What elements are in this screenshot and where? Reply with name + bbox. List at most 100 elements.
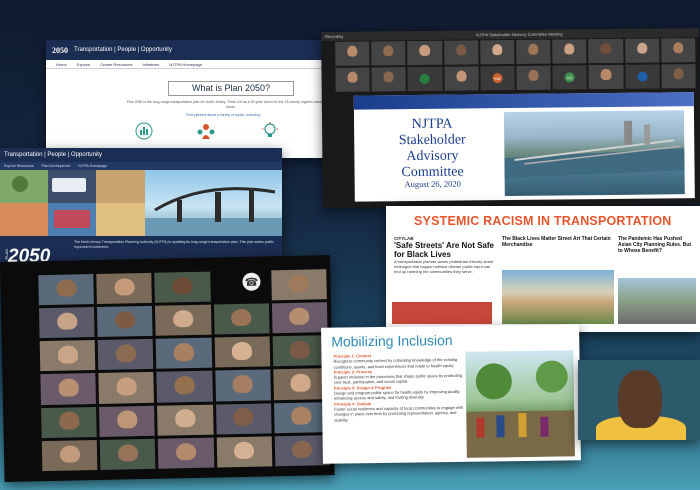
participant-face xyxy=(116,410,138,429)
gallery-video-tile[interactable] xyxy=(40,373,97,405)
gallery-video-tile[interactable] xyxy=(215,403,272,435)
gallery-video-tile[interactable] xyxy=(271,302,328,334)
principles-list: Principle 1: Context Recognize community… xyxy=(333,352,464,423)
participant-tile[interactable] xyxy=(371,41,406,66)
gallery-video-tile[interactable] xyxy=(272,335,329,367)
participant-tile[interactable] xyxy=(624,38,660,63)
participant-tile[interactable] xyxy=(625,64,660,89)
gallery-video-tile[interactable] xyxy=(96,272,153,305)
page-heading: What is Plan 2050? xyxy=(168,81,294,96)
gallery-video-tile[interactable] xyxy=(156,371,213,403)
participant-face xyxy=(117,443,138,462)
participant-face xyxy=(58,378,79,397)
principle-text: Recognize community context by cultivati… xyxy=(333,357,458,370)
participant-tile[interactable] xyxy=(516,65,551,90)
gallery-video-tile[interactable] xyxy=(99,438,156,470)
participant-tile[interactable] xyxy=(661,64,696,89)
gallery-video-tile[interactable] xyxy=(38,307,95,339)
participant-face xyxy=(234,441,255,460)
participant-face xyxy=(456,70,467,82)
nav-item[interactable]: Explore Resources xyxy=(4,164,34,168)
gallery-video-tile[interactable] xyxy=(154,271,211,303)
hero-header: Transportation | People | Opportunity xyxy=(0,148,282,162)
participant-face xyxy=(564,43,575,55)
gallery-video-tile[interactable] xyxy=(97,339,154,371)
lightbulb-icon[interactable] xyxy=(260,122,280,140)
participant-tile[interactable] xyxy=(552,39,587,64)
participant-face xyxy=(172,276,193,295)
gallery-video-tile[interactable] xyxy=(213,303,270,335)
aerial-bridge-photo xyxy=(503,110,685,197)
participant-tile[interactable] xyxy=(588,64,624,90)
article-citylab[interactable]: CITYLAB 'Safe Streets' Are Not Safe for … xyxy=(394,236,498,274)
gallery-video-tile[interactable] xyxy=(38,274,95,306)
speaker-video xyxy=(578,360,700,440)
chart-icon[interactable] xyxy=(134,122,154,140)
nav-item[interactable]: Explore xyxy=(77,62,91,67)
participant-tile[interactable] xyxy=(407,66,443,92)
participant-face xyxy=(114,278,135,296)
gallery-video-tile[interactable] xyxy=(273,368,329,400)
gallery-video-tile[interactable] xyxy=(271,269,327,301)
phone-call-tile[interactable]: ☎ xyxy=(226,268,277,295)
participant-face xyxy=(347,45,358,57)
intro-paragraph: Plan 2050 is the long-range transportati… xyxy=(126,100,336,109)
photo-collage xyxy=(0,170,145,236)
participant-face xyxy=(114,311,136,330)
participant-face xyxy=(173,309,194,328)
participant-face xyxy=(116,377,137,396)
participant-face xyxy=(56,279,77,298)
participant-face xyxy=(347,71,358,83)
participant-face xyxy=(59,445,80,463)
gallery-video-tile[interactable] xyxy=(155,304,212,337)
gallery-video-tile[interactable] xyxy=(157,404,214,436)
participant-face xyxy=(175,409,196,428)
topics-link[interactable]: Find planned about a variety of topics, … xyxy=(186,113,261,117)
participant-tile[interactable] xyxy=(588,38,624,64)
participant-tile[interactable] xyxy=(335,67,370,92)
participant-tile[interactable]: KM xyxy=(480,65,515,91)
nav-item[interactable]: NJTPA Homepage xyxy=(78,164,107,168)
participant-tile[interactable] xyxy=(443,40,479,65)
participant-initials xyxy=(420,73,431,84)
article-asian-city[interactable]: The Pandemic Has Pushed Asian City Plann… xyxy=(618,236,696,254)
participant-face xyxy=(57,345,78,364)
gallery-video-tile[interactable] xyxy=(216,436,273,468)
site-logo[interactable]: 2050 xyxy=(52,46,68,55)
nav-item[interactable]: Create Resources xyxy=(100,62,132,67)
participant-face xyxy=(528,44,539,55)
participant-tile[interactable] xyxy=(335,41,370,66)
participant-tile[interactable] xyxy=(516,39,551,64)
participant-tile[interactable] xyxy=(660,38,696,63)
participant-tile[interactable] xyxy=(479,39,515,65)
slide-title: Mobilizing Inclusion xyxy=(331,331,453,350)
gallery-video-tile[interactable] xyxy=(39,340,96,372)
gallery-video-tile[interactable] xyxy=(98,372,155,404)
gallery-video-tile[interactable] xyxy=(156,337,212,370)
gallery-video-tile[interactable] xyxy=(99,405,156,437)
participant-tile[interactable] xyxy=(444,66,479,91)
people-icon[interactable] xyxy=(196,122,216,140)
gallery-video-tile[interactable] xyxy=(41,439,98,472)
gallery-video-tile[interactable] xyxy=(41,406,97,438)
participant-tile[interactable] xyxy=(371,67,407,92)
participant-tile[interactable] xyxy=(407,40,443,66)
nav-item[interactable]: Initiatives xyxy=(142,62,159,67)
participant-face xyxy=(173,343,195,361)
plan2050-website-window: 2050 Transportation | People | Opportuni… xyxy=(46,40,364,158)
site-nav: Home Explore Create Resources Initiative… xyxy=(46,60,364,69)
nav-item[interactable]: NJTPA Homepage xyxy=(169,62,202,67)
nav-item[interactable]: Plan Development xyxy=(42,164,71,168)
gallery-video-tile[interactable] xyxy=(158,437,214,469)
nav-item[interactable]: Home xyxy=(56,62,67,67)
article-street-art[interactable]: The Black Lives Matter Street Art That C… xyxy=(502,236,612,248)
window-title: NJTPA Stakeholder Advisory Committee Mee… xyxy=(475,31,563,38)
gallery-video-tile[interactable] xyxy=(97,305,153,338)
site-tagline: Transportation | People | Opportunity xyxy=(74,47,172,53)
participant-face xyxy=(600,43,611,55)
participant-face xyxy=(115,344,136,363)
participant-tile[interactable]: KS xyxy=(552,65,588,90)
gallery-video-tile[interactable] xyxy=(214,369,271,402)
gallery-video-tile[interactable] xyxy=(214,336,271,369)
article-headline: 'Safe Streets' Are Not Safe for Black Li… xyxy=(394,241,494,259)
